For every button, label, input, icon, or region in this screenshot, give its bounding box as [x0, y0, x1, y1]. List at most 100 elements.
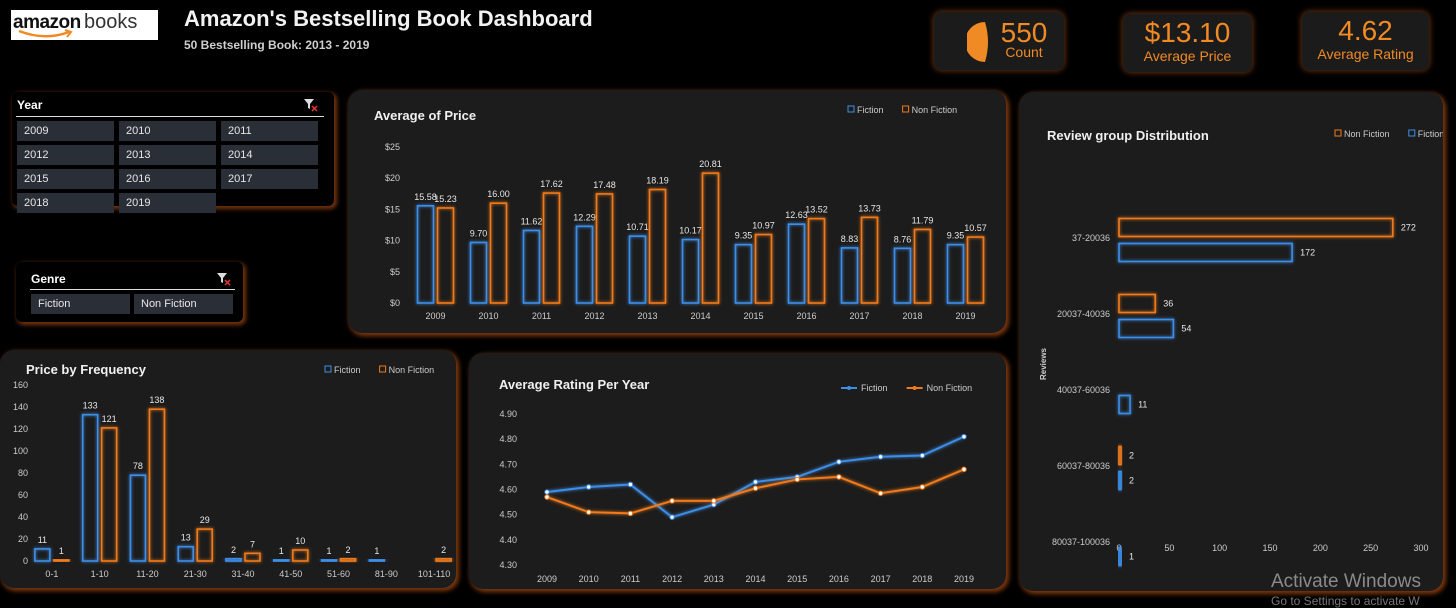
data-label: 2: [231, 545, 236, 555]
x-tick-label: 2015: [787, 574, 807, 584]
data-label: 8.83: [841, 234, 859, 244]
x-tick-label: 2011: [532, 311, 551, 321]
legend-swatch-1: [1408, 129, 1416, 137]
data-label: 8.76: [894, 234, 912, 244]
line-series-fiction: [546, 435, 965, 519]
year-slicer-header: Year: [17, 98, 43, 112]
amazon-smile-icon: [18, 29, 73, 38]
legend-label-0: Fiction: [861, 383, 888, 393]
clear-filter-icon[interactable]: [215, 270, 231, 289]
bar-fiction: [368, 559, 386, 562]
review-distribution-panel: Review group Distribution 0 50 100 150 200 25…: [1019, 92, 1443, 591]
bar-nonfiction: [1118, 445, 1122, 466]
data-label: 10.57: [964, 223, 987, 233]
slicer-year-2009[interactable]: 2009: [17, 121, 114, 141]
x-tick-label: 2014: [690, 311, 710, 321]
x-tick-label: 41-50: [279, 569, 302, 579]
slicer-genre-nonfiction[interactable]: Non Fiction: [134, 294, 233, 314]
data-label: 16.00: [487, 189, 510, 199]
year-slicer: Year 2009 2010 2011 2012 2013 2014 2015 …: [12, 92, 334, 213]
x-tick-label: 2012: [584, 311, 604, 321]
bar-nonfiction: [966, 236, 985, 304]
x-tick-label: 2014: [745, 574, 765, 584]
data-label: 10.17: [679, 226, 702, 236]
data-label: 11: [1138, 400, 1147, 410]
slicer-year-2018[interactable]: 2018: [17, 193, 114, 213]
pie-icon: [967, 22, 988, 62]
slicer-year-2014[interactable]: 2014: [221, 145, 318, 165]
line-point: [961, 433, 967, 440]
y-tick-label: 80037-100036: [1052, 537, 1110, 547]
data-label: 11.62: [521, 216, 543, 226]
y-tick-label: 40037-60036: [1057, 385, 1110, 395]
line-point: [794, 476, 800, 483]
x-tick-label: 2009: [425, 311, 445, 321]
line-point: [669, 498, 675, 504]
x-tick-label: 100: [1212, 543, 1227, 553]
x-tick-label: 200: [1313, 543, 1328, 553]
bar-fiction: [34, 548, 51, 562]
line-point: [544, 489, 550, 495]
bar-fiction: [575, 225, 594, 304]
bar-fiction: [734, 243, 753, 304]
slicer-year-2013[interactable]: 2013: [119, 145, 216, 165]
data-label: 138: [149, 395, 164, 405]
slicer-year-2017[interactable]: 2017: [221, 169, 318, 189]
bar-fiction: [628, 235, 647, 304]
slicer-year-2010[interactable]: 2010: [119, 121, 216, 141]
clear-filter-icon[interactable]: [302, 96, 318, 115]
y-tick-label: 20: [18, 534, 28, 544]
x-tick-label: 2018: [912, 574, 932, 584]
data-label: 121: [102, 414, 117, 424]
x-tick-label: 2016: [829, 574, 849, 584]
amazon-books-logo: amazon books: [11, 10, 158, 40]
logo-books-text: books: [84, 11, 138, 33]
x-tick-label: 101-110: [418, 569, 450, 579]
y-tick-label: $10: [385, 236, 400, 246]
slicer-year-2016[interactable]: 2016: [119, 169, 216, 189]
y-tick-label: $20: [385, 173, 400, 183]
data-label: 12.29: [573, 212, 596, 222]
activate-windows-subtext: Go to Settings to activate W: [1271, 594, 1420, 608]
legend-marker-1: [912, 386, 917, 390]
slicer-year-2019[interactable]: 2019: [119, 193, 216, 213]
bar-nonfiction: [595, 193, 614, 304]
legend-label-0: Fiction: [857, 105, 884, 115]
kpi-count-label: Count: [1005, 44, 1043, 60]
bar-nonfiction: [542, 192, 561, 304]
line-point: [752, 479, 759, 485]
data-label: 2: [1129, 451, 1134, 461]
data-label: 133: [83, 401, 98, 411]
x-tick-label: 2015: [743, 311, 763, 321]
slicer-genre-fiction[interactable]: Fiction: [31, 294, 130, 314]
x-tick-label: 2013: [637, 311, 657, 321]
kpi-price-card: $13.10 Average Price: [1123, 14, 1252, 72]
legend-label-1: Non Fiction: [927, 383, 973, 393]
x-tick-label: 300: [1413, 543, 1428, 553]
data-label: 2: [441, 545, 446, 555]
slicer-year-2015[interactable]: 2015: [17, 169, 114, 189]
line-point: [586, 484, 592, 490]
x-tick-label: 81-90: [375, 569, 398, 579]
y-tick-label: 80: [18, 468, 28, 478]
data-label: 54: [1181, 324, 1191, 334]
bar-nonfiction: [701, 172, 720, 304]
slicer-year-2011[interactable]: 2011: [221, 121, 318, 141]
x-tick-label: 2010: [478, 311, 498, 321]
bar-nonfiction: [244, 552, 261, 562]
bar-nonfiction: [648, 188, 667, 304]
x-tick-label: 2013: [704, 574, 724, 584]
data-label: 9.35: [947, 231, 965, 241]
line-point: [877, 490, 884, 496]
y-tick-label: 40: [18, 512, 28, 522]
bar-nonfiction: [291, 549, 309, 562]
bar-nonfiction: [435, 558, 452, 562]
y-tick-label: 0: [23, 556, 28, 566]
line-point: [711, 498, 717, 504]
y-tick-label: $25: [385, 142, 400, 152]
slicer-year-2012[interactable]: 2012: [17, 145, 114, 165]
price-frequency-panel: Price by Frequency 0 20 40 60 80 100 120 140 160…: [0, 350, 456, 588]
data-label: 1: [59, 546, 64, 556]
data-label: 2: [346, 545, 351, 555]
y-tick-label: 4.60: [499, 485, 517, 495]
